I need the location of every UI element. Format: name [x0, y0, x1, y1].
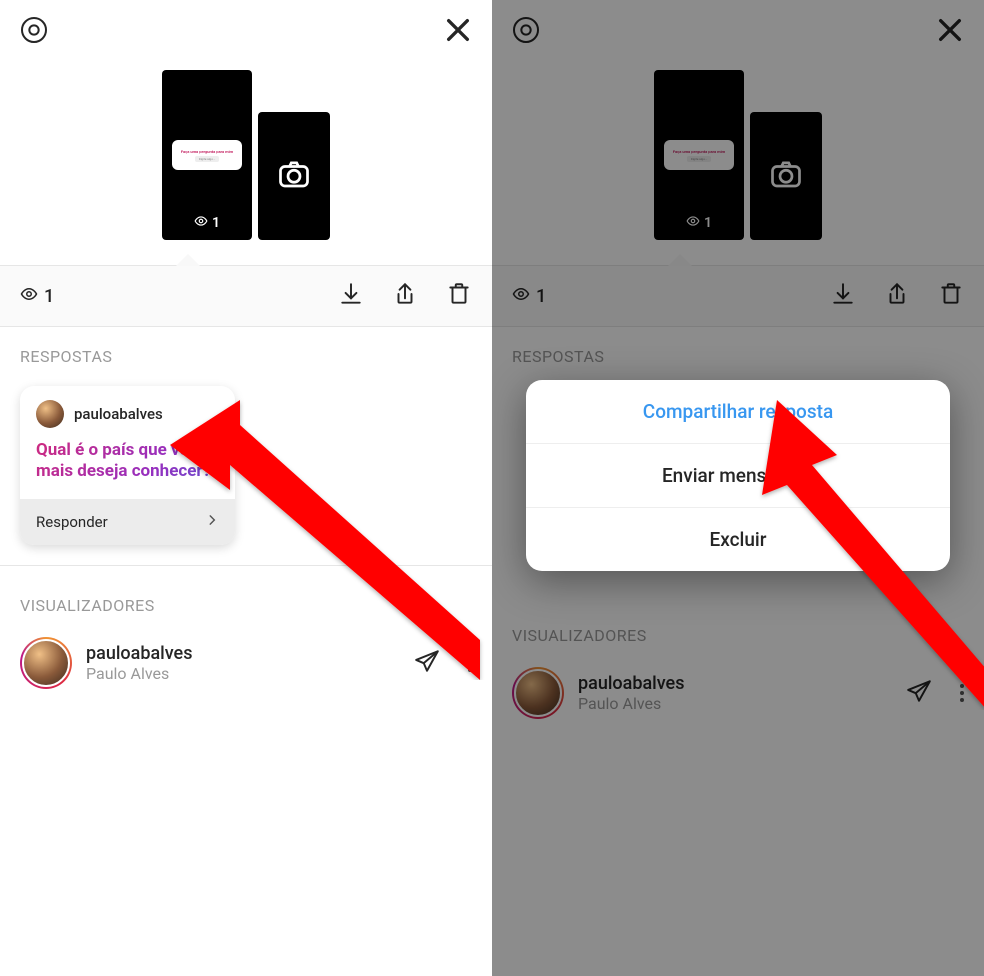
- close-icon[interactable]: [442, 14, 474, 50]
- question-sticker-thumb: Faça uma pergunta para mim Digite algo..…: [172, 140, 242, 170]
- close-icon[interactable]: [934, 14, 966, 50]
- thumbnail-viewcount: 1: [194, 214, 220, 232]
- screen-left: Faça uma pergunta para mim Digite algo..…: [0, 0, 492, 976]
- story-thumbnail-current[interactable]: Faça uma pergunta para mim Digite algo..…: [654, 70, 744, 240]
- eye-icon: [512, 285, 530, 308]
- avatar[interactable]: [512, 667, 564, 719]
- share-icon[interactable]: [392, 281, 418, 311]
- story-thumbnail-next[interactable]: [750, 112, 822, 240]
- screen-right: Faça uma pergunta para mim Digite algo..…: [492, 0, 984, 976]
- settings-icon[interactable]: [510, 14, 542, 50]
- thumbnail-viewcount-number: 1: [704, 215, 712, 231]
- eye-icon: [686, 214, 700, 232]
- story-actionbar: 1: [492, 265, 984, 327]
- respond-label: Responder: [36, 513, 108, 531]
- trash-icon[interactable]: [938, 281, 964, 311]
- story-preview-area: Faça uma pergunta para mim Digite algo..…: [492, 0, 984, 265]
- viewer-count[interactable]: 1: [512, 285, 546, 308]
- question-sticker-thumb: Faça uma pergunta para mim Digite algo..…: [664, 140, 734, 170]
- settings-icon[interactable]: [18, 14, 50, 50]
- viewer-count-number: 1: [536, 286, 546, 307]
- avatar[interactable]: [20, 637, 72, 689]
- story-thumbnail-current[interactable]: Faça uma pergunta para mim Digite algo..…: [162, 70, 252, 240]
- trash-icon[interactable]: [446, 281, 472, 311]
- camera-icon: [276, 156, 312, 196]
- viewer-count[interactable]: 1: [20, 285, 54, 308]
- download-icon[interactable]: [338, 281, 364, 311]
- eye-icon: [20, 285, 38, 308]
- thumbnail-viewcount: 1: [686, 214, 712, 232]
- instruction-arrow: [737, 400, 984, 710]
- share-icon[interactable]: [884, 281, 910, 311]
- download-icon[interactable]: [830, 281, 856, 311]
- eye-icon: [194, 214, 208, 232]
- camera-icon: [768, 156, 804, 196]
- response-username: pauloabalves: [74, 405, 163, 423]
- story-thumbnail-next[interactable]: [258, 112, 330, 240]
- avatar: [36, 400, 64, 428]
- responses-header: RESPOSTAS: [0, 327, 492, 376]
- responses-header: RESPOSTAS: [492, 327, 984, 376]
- story-preview-area: Faça uma pergunta para mim Digite algo..…: [0, 0, 492, 265]
- viewer-count-number: 1: [44, 286, 54, 307]
- story-actionbar: 1: [0, 265, 492, 327]
- instruction-arrow: [170, 390, 490, 680]
- thumbnail-viewcount-number: 1: [212, 215, 220, 231]
